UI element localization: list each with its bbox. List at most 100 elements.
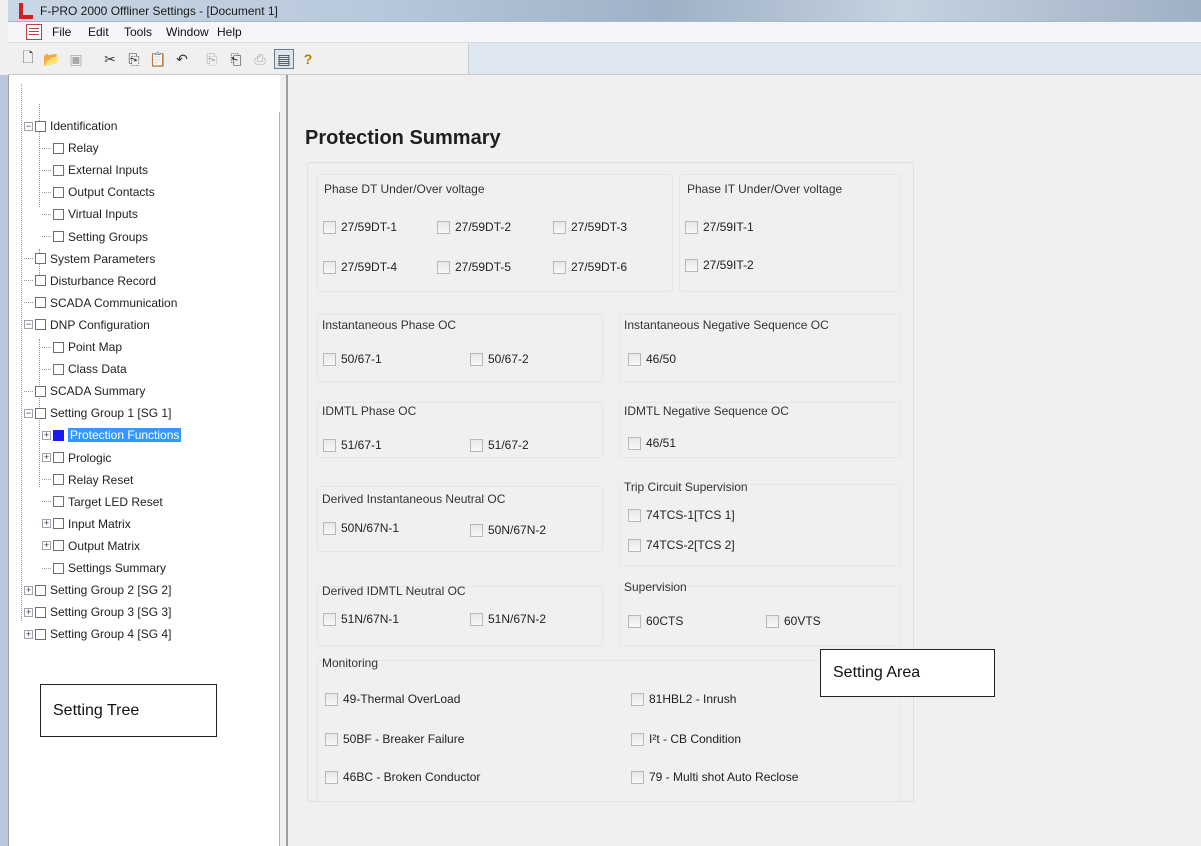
save-icon[interactable]: ▣ (66, 49, 86, 69)
compare-icon[interactable]: ⎗ (226, 49, 246, 69)
checkbox-49-thermal[interactable]: 49-Thermal OverLoad (325, 692, 460, 706)
collapse-icon[interactable]: − (24, 320, 33, 330)
menu-edit[interactable]: Edit (88, 25, 109, 39)
tree-checkbox[interactable] (35, 120, 46, 132)
tree-checkbox[interactable] (35, 297, 46, 309)
paste-icon[interactable]: 📋 (148, 49, 168, 69)
tree-checkbox[interactable] (53, 142, 64, 154)
tree-item[interactable]: − Identification (24, 117, 117, 135)
tree-item[interactable]: External Inputs (42, 161, 148, 179)
checkbox-46-51[interactable]: 46/51 (628, 436, 676, 450)
tree-checkbox[interactable] (53, 452, 64, 463)
tree-checkbox[interactable] (35, 253, 46, 265)
checkbox-27-59dt-6[interactable]: 27/59DT-6 (553, 260, 627, 274)
checkbox-51n-67n-1[interactable]: 51N/67N-1 (323, 612, 399, 626)
expand-icon[interactable]: + (42, 430, 51, 440)
tree-item[interactable]: + Setting Group 2 [SG 2] (24, 581, 171, 599)
tree-checkbox[interactable] (35, 407, 46, 419)
tree-checkbox[interactable] (53, 496, 64, 508)
tree-item[interactable]: Point Map (42, 338, 122, 356)
checkbox-50n-67n-2[interactable]: 50N/67N-2 (470, 523, 546, 537)
tree-item[interactable]: SCADA Communication (24, 294, 177, 312)
tree-item[interactable]: SCADA Summary (24, 382, 145, 400)
checkbox-50-67-2[interactable]: 50/67-2 (470, 352, 529, 366)
tree-item[interactable]: + Prologic (42, 449, 111, 467)
help-icon[interactable]: ? (298, 49, 318, 69)
expand-icon[interactable]: + (42, 541, 51, 551)
checkbox-27-59dt-5[interactable]: 27/59DT-5 (437, 260, 511, 274)
checkbox-81hbl2[interactable]: 81HBL2 - Inrush (631, 692, 736, 706)
tree-item[interactable]: Virtual Inputs (42, 205, 138, 223)
tree-checkbox[interactable] (53, 186, 64, 198)
copy-disabled-icon[interactable]: ⎘ (202, 49, 222, 69)
tree-item[interactable]: + Setting Group 4 [SG 4] (24, 625, 171, 643)
open-icon[interactable]: 📂 (42, 49, 62, 69)
collapse-icon[interactable]: − (24, 121, 33, 131)
checkbox-27-59dt-4[interactable]: 27/59DT-4 (323, 260, 397, 274)
checkbox-50bf[interactable]: 50BF - Breaker Failure (325, 732, 464, 746)
tree-checkbox[interactable] (53, 208, 64, 220)
tree-checkbox[interactable] (35, 385, 46, 397)
tree-checkbox[interactable] (35, 275, 46, 287)
checkbox-27-59it-1[interactable]: 27/59IT-1 (685, 220, 754, 234)
checkbox-46-50[interactable]: 46/50 (628, 352, 676, 366)
tree-item[interactable]: − DNP Configuration (24, 316, 150, 334)
checkbox-27-59dt-2[interactable]: 27/59DT-2 (437, 220, 511, 234)
checkbox-74tcs-2[interactable]: 74TCS-2[TCS 2] (628, 538, 735, 552)
print-icon[interactable]: ⎙ (250, 49, 270, 69)
tree-item[interactable]: Relay Reset (42, 471, 133, 489)
tree-item[interactable]: + Setting Group 3 [SG 3] (24, 603, 171, 621)
expand-icon[interactable]: + (24, 585, 33, 595)
checkbox-51-67-2[interactable]: 51/67-2 (470, 438, 529, 452)
tree-checkbox[interactable] (53, 341, 64, 353)
checkbox-51-67-1[interactable]: 51/67-1 (323, 438, 382, 452)
tree-checkbox[interactable] (35, 606, 46, 618)
tree-item[interactable]: Output Contacts (42, 183, 155, 201)
expand-icon[interactable]: + (24, 607, 33, 617)
tree-item[interactable]: Class Data (42, 360, 127, 378)
expand-icon[interactable]: + (42, 519, 51, 529)
checkbox-46bc[interactable]: 46BC - Broken Conductor (325, 770, 480, 784)
document-icon[interactable] (26, 24, 42, 40)
checkbox-27-59it-2[interactable]: 27/59IT-2 (685, 258, 754, 272)
menu-tools[interactable]: Tools (124, 25, 152, 39)
tree-checkbox[interactable] (53, 518, 64, 530)
undo-icon[interactable]: ↶ (172, 49, 192, 69)
checkbox-27-59dt-3[interactable]: 27/59DT-3 (553, 220, 627, 234)
checkbox-74tcs-1[interactable]: 74TCS-1[TCS 1] (628, 508, 735, 522)
tree-item[interactable]: Setting Groups (42, 228, 148, 246)
tree-item[interactable]: Relay (42, 139, 99, 157)
tree-checkbox[interactable] (53, 429, 64, 441)
cut-icon[interactable]: ✂ (100, 49, 120, 69)
checkbox-51n-67n-2[interactable]: 51N/67N-2 (470, 612, 546, 626)
menu-help[interactable]: Help (217, 25, 242, 39)
tree-checkbox[interactable] (53, 540, 64, 552)
tree-item[interactable]: System Parameters (24, 250, 155, 268)
copy-icon[interactable]: ⎘ (124, 49, 144, 69)
tree-checkbox[interactable] (35, 319, 46, 331)
checkbox-60cts[interactable]: 60CTS (628, 614, 683, 628)
expand-icon[interactable]: + (24, 629, 33, 639)
tree-checkbox[interactable] (53, 231, 64, 242)
tree-checkbox[interactable] (53, 474, 64, 486)
tree-checkbox[interactable] (53, 164, 64, 176)
new-icon[interactable]: 🗋 (18, 49, 38, 69)
menu-window[interactable]: Window (166, 25, 209, 39)
tree-checkbox[interactable] (53, 363, 64, 375)
tree-checkbox[interactable] (35, 628, 46, 640)
expand-icon[interactable]: + (42, 453, 51, 462)
checkbox-60vts[interactable]: 60VTS (766, 614, 821, 628)
tree-item[interactable]: + Protection Functions (42, 426, 182, 444)
checkbox-50-67-1[interactable]: 50/67-1 (323, 352, 382, 366)
checkbox-i2t[interactable]: I²t - CB Condition (631, 732, 741, 746)
view-toggle-icon[interactable]: ▤ (274, 49, 294, 69)
tree-item[interactable]: + Input Matrix (42, 515, 131, 533)
tree-item[interactable]: Settings Summary (42, 559, 166, 577)
tree-item[interactable]: − Setting Group 1 [SG 1] (24, 404, 171, 422)
tree-checkbox[interactable] (53, 562, 64, 574)
tree-checkbox[interactable] (35, 584, 46, 596)
checkbox-50n-67n-1[interactable]: 50N/67N-1 (323, 521, 399, 535)
tree-item[interactable]: Disturbance Record (24, 272, 156, 290)
collapse-icon[interactable]: − (24, 408, 33, 418)
menu-file[interactable]: File (52, 25, 71, 39)
